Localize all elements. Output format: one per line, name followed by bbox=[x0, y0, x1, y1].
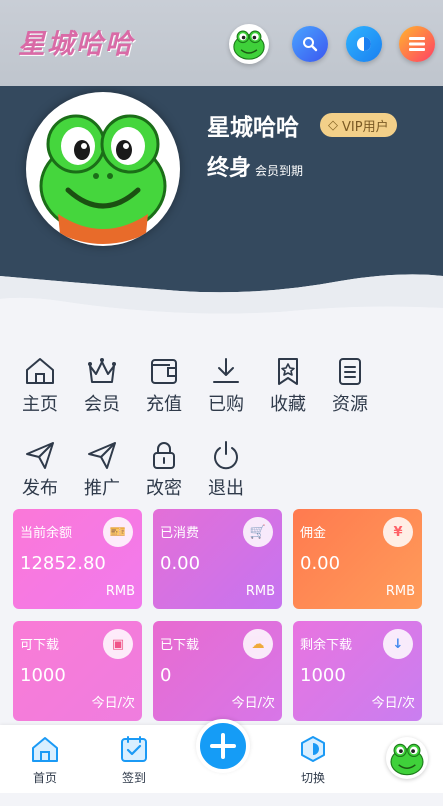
nav-label: 主页 bbox=[22, 394, 58, 415]
card-value: 12852.80 bbox=[20, 553, 106, 574]
nav-label: 充值 bbox=[146, 394, 182, 415]
power-icon bbox=[214, 441, 238, 470]
theme-toggle-button[interactable] bbox=[346, 26, 382, 62]
nav-item-member[interactable]: 会员 bbox=[78, 356, 126, 416]
yen-icon: ¥ bbox=[383, 517, 413, 547]
download-icon bbox=[213, 358, 239, 383]
card-title: 已下载 bbox=[160, 638, 200, 653]
card-unit: 今日/次 bbox=[231, 696, 275, 711]
vip-badge[interactable]: ◇ VIP用户 bbox=[320, 113, 397, 137]
card-unit: 今日/次 bbox=[371, 696, 415, 711]
card-title: 已消费 bbox=[160, 526, 200, 541]
wallet-icon bbox=[151, 359, 177, 384]
site-logo[interactable]: 星城哈哈 bbox=[18, 22, 134, 61]
ticket-icon: 🎫 bbox=[103, 517, 133, 547]
paper-plane-icon bbox=[88, 442, 116, 469]
nav-item-change-password[interactable]: 改密 bbox=[140, 440, 188, 500]
user-avatar-button[interactable] bbox=[229, 24, 269, 64]
circle-download-icon: ↓ bbox=[383, 629, 413, 659]
nav-label: 推广 bbox=[84, 478, 120, 499]
card-unit: RMB bbox=[385, 584, 415, 599]
card-spent[interactable]: 已消费 🛒 0.00 RMB bbox=[153, 509, 282, 609]
tab-label: 签到 bbox=[121, 771, 146, 785]
send-icon bbox=[26, 442, 54, 469]
menu-icon bbox=[409, 37, 425, 51]
diamond-icon: ◇ bbox=[328, 117, 338, 133]
profile-avatar[interactable] bbox=[26, 92, 180, 246]
nav-item-purchased[interactable]: 已购 bbox=[202, 356, 250, 416]
card-unit: RMB bbox=[105, 584, 135, 599]
tab-switch[interactable]: 切换 bbox=[283, 735, 343, 786]
card-title: 佣金 bbox=[300, 526, 327, 541]
frog-avatar-icon bbox=[390, 743, 424, 776]
nav-item-logout[interactable]: 退出 bbox=[202, 440, 250, 500]
nav-label: 改密 bbox=[146, 478, 182, 499]
home-icon bbox=[32, 737, 58, 762]
username: 星城哈哈 bbox=[207, 115, 299, 141]
tab-checkin[interactable]: 签到 bbox=[104, 735, 164, 786]
theme-icon bbox=[357, 37, 371, 51]
card-commission[interactable]: 佣金 ¥ 0.00 RMB bbox=[293, 509, 422, 609]
tab-home[interactable]: 首页 bbox=[15, 735, 75, 786]
membership-term-label: 会员到期 bbox=[255, 164, 304, 178]
card-value: 1000 bbox=[300, 665, 346, 686]
bookmark-star-icon bbox=[278, 358, 298, 385]
nav-item-home[interactable]: 主页 bbox=[16, 356, 64, 416]
card-value: 0.00 bbox=[300, 553, 341, 574]
switch-theme-icon bbox=[301, 736, 325, 762]
card-downloadable[interactable]: 可下载 ▣ 1000 今日/次 bbox=[13, 621, 142, 721]
add-button[interactable] bbox=[196, 719, 250, 773]
frog-avatar-icon bbox=[39, 114, 167, 244]
top-bar: 星城哈哈 bbox=[0, 0, 443, 86]
nav-item-recharge[interactable]: 充值 bbox=[140, 356, 188, 416]
tab-label: 切换 bbox=[300, 771, 325, 785]
document-icon bbox=[339, 358, 361, 385]
nav-label: 会员 bbox=[84, 394, 120, 415]
card-balance[interactable]: 当前余额 🎫 12852.80 RMB bbox=[13, 509, 142, 609]
nav-item-favorites[interactable]: 收藏 bbox=[264, 356, 312, 416]
card-remaining-downloads[interactable]: 剩余下载 ↓ 1000 今日/次 bbox=[293, 621, 422, 721]
card-title: 可下载 bbox=[20, 638, 60, 653]
frog-avatar-icon bbox=[233, 30, 265, 60]
cart-icon: 🛒 bbox=[243, 517, 273, 547]
search-button[interactable] bbox=[292, 26, 328, 62]
nav-item-resources[interactable]: 资源 bbox=[326, 356, 374, 416]
card-unit: RMB bbox=[245, 584, 275, 599]
search-icon bbox=[303, 37, 318, 52]
card-value: 0 bbox=[160, 665, 172, 686]
cloud-download-icon: ☁ bbox=[243, 629, 273, 659]
calendar-check-icon bbox=[121, 736, 147, 762]
nav-label: 资源 bbox=[332, 394, 368, 415]
plus-icon bbox=[210, 733, 236, 759]
card-title: 剩余下载 bbox=[300, 638, 353, 653]
tab-profile-avatar[interactable] bbox=[386, 737, 428, 779]
nav-label: 退出 bbox=[208, 478, 244, 499]
bottom-safe-area bbox=[0, 793, 443, 806]
card-downloaded[interactable]: 已下载 ☁ 0 今日/次 bbox=[153, 621, 282, 721]
membership-term-value: 终身 bbox=[207, 156, 252, 181]
nav-item-promote[interactable]: 推广 bbox=[78, 440, 126, 500]
card-value: 0.00 bbox=[160, 553, 201, 574]
vip-badge-label: VIP用户 bbox=[342, 119, 389, 135]
membership-term: 终身 会员到期 bbox=[207, 150, 303, 182]
tab-label: 首页 bbox=[32, 771, 57, 785]
nav-label: 发布 bbox=[22, 478, 58, 499]
nav-label: 收藏 bbox=[270, 394, 306, 415]
nav-item-publish[interactable]: 发布 bbox=[16, 440, 64, 500]
card-value: 1000 bbox=[20, 665, 66, 686]
card-title: 当前余额 bbox=[20, 526, 73, 541]
download-box-icon: ▣ bbox=[103, 629, 133, 659]
crown-icon bbox=[88, 358, 116, 383]
home-icon bbox=[26, 358, 54, 384]
profile-header: 星城哈哈 ◇ VIP用户 终身 会员到期 bbox=[0, 86, 443, 348]
lock-icon bbox=[153, 442, 175, 469]
nav-label: 已购 bbox=[208, 394, 244, 415]
menu-button[interactable] bbox=[399, 26, 435, 62]
card-unit: 今日/次 bbox=[91, 696, 135, 711]
